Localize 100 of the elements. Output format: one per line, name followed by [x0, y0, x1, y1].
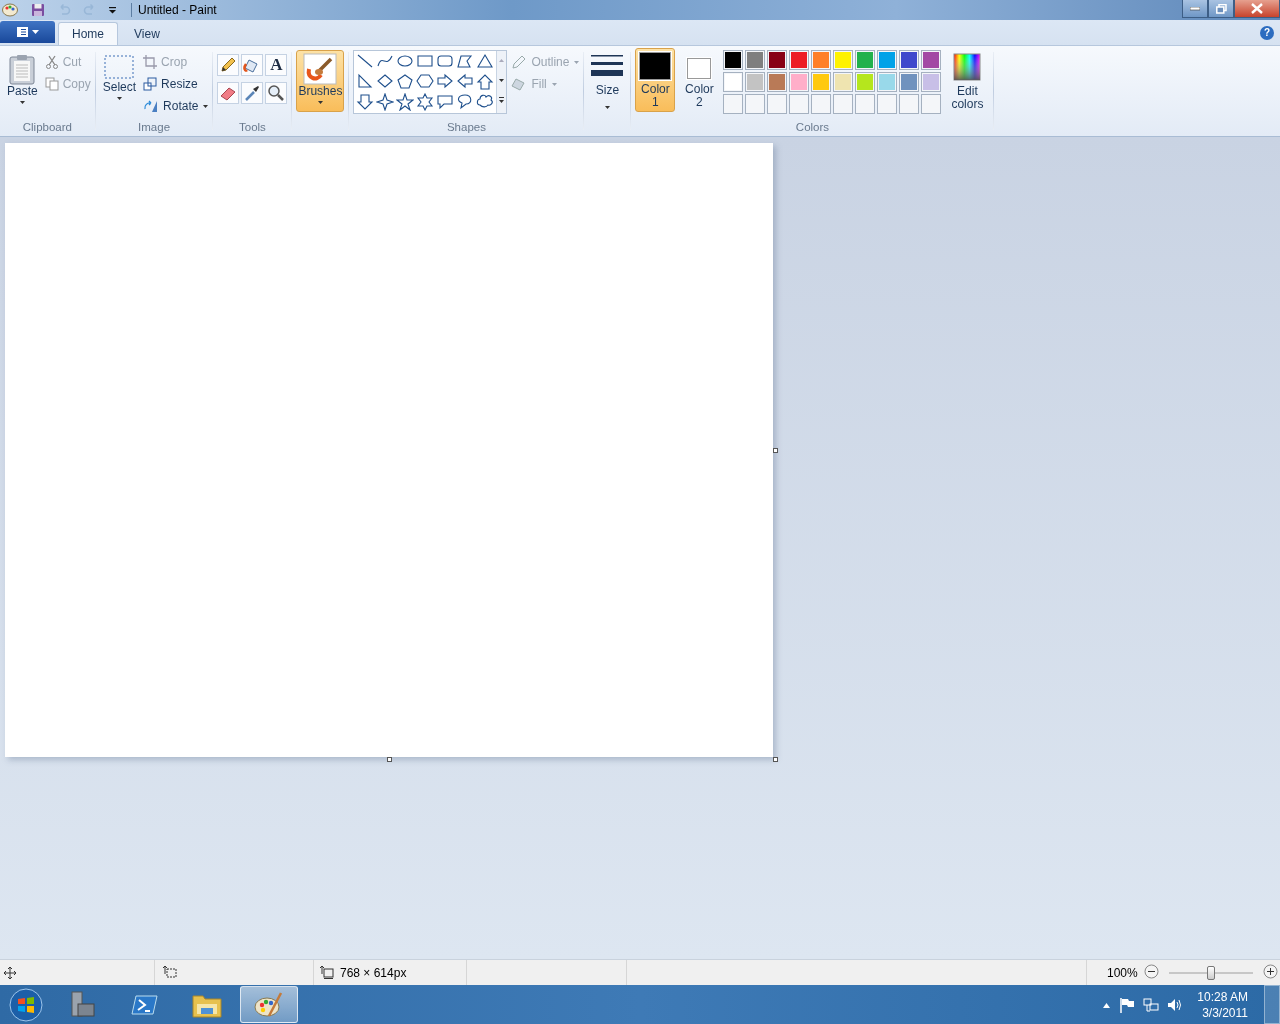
crop-icon [143, 55, 158, 69]
caret-icon [574, 60, 580, 64]
group-label: Image [138, 120, 171, 135]
scissors-icon [44, 55, 59, 69]
magnifier-icon [267, 84, 286, 102]
color-swatch[interactable] [877, 72, 898, 92]
cursor-position-icon [4, 966, 16, 979]
zoom-percentage: 100% [1107, 965, 1138, 980]
text-tool-button[interactable]: A [265, 54, 288, 76]
eyedropper-icon [243, 84, 262, 102]
color-2-button[interactable]: Color 2 [679, 48, 720, 112]
resize-handle[interactable] [773, 757, 778, 762]
color-swatch[interactable] [745, 72, 766, 92]
zoom-out-button[interactable] [1143, 963, 1159, 982]
resize-handle[interactable] [387, 757, 392, 762]
windows-logo-icon [9, 987, 43, 1022]
group-label: Shapes [446, 120, 486, 135]
fill-tool-button[interactable] [241, 54, 264, 76]
right-triangle-shape-icon[interactable] [356, 73, 375, 91]
customize-dropdown-icon[interactable] [108, 6, 117, 14]
group-label: Colors [795, 120, 830, 135]
color-picker-button[interactable] [241, 82, 264, 104]
zoom-in-button[interactable] [1262, 963, 1278, 982]
restore-button[interactable] [1208, 0, 1234, 18]
close-button[interactable] [1234, 0, 1280, 18]
pen-icon [511, 55, 528, 69]
four-point-star-shape-icon[interactable] [376, 93, 395, 111]
caret-icon [19, 101, 25, 104]
speech-bubble-shape-icon[interactable] [436, 93, 455, 111]
color-swatch[interactable] [789, 72, 810, 92]
rotate-icon [143, 99, 160, 113]
resize-button[interactable]: Resize [143, 75, 209, 93]
color-swatch[interactable] [833, 50, 854, 70]
star-shape-icon[interactable] [396, 93, 415, 111]
cloud-callout-shape-icon[interactable] [476, 93, 495, 111]
color-swatch[interactable] [899, 50, 920, 70]
group-label: Tools [239, 120, 266, 135]
color-swatch[interactable] [811, 72, 832, 92]
eraser-tool-button[interactable] [217, 82, 240, 104]
six-point-star-shape-icon[interactable] [416, 93, 435, 111]
down-arrow-shape-icon[interactable] [356, 93, 375, 111]
color-1-button[interactable]: Color 1 [635, 48, 676, 112]
color-swatch[interactable] [855, 72, 876, 92]
application-menu-button[interactable] [0, 21, 55, 43]
color-swatch[interactable] [723, 72, 744, 92]
edit-colors-button[interactable]: Edit colors [945, 51, 990, 113]
minimize-button[interactable] [1182, 0, 1208, 18]
brushes-button[interactable]: Brushes [296, 50, 345, 112]
help-button[interactable]: ? [1260, 26, 1274, 40]
color-swatch[interactable] [921, 72, 942, 92]
clipboard-icon [7, 53, 38, 85]
resize-handle[interactable] [773, 448, 778, 453]
show-hidden-icons-icon[interactable] [1102, 1000, 1112, 1009]
paint-taskbar-button[interactable] [240, 986, 298, 1023]
caret-icon [116, 97, 122, 100]
right-arrow-shape-icon[interactable] [436, 73, 455, 91]
magnifier-tool-button[interactable] [265, 82, 288, 104]
minimize-icon [1190, 6, 1200, 11]
pentagon-shape-icon[interactable] [396, 73, 415, 91]
color-swatch[interactable] [745, 50, 766, 70]
color-swatch[interactable] [921, 50, 942, 70]
color-swatch[interactable] [789, 50, 810, 70]
color-swatch[interactable] [767, 72, 788, 92]
pencil-icon [219, 56, 238, 74]
color-swatch[interactable] [811, 50, 832, 70]
size-button[interactable]: Size [588, 51, 627, 111]
polygon-shape-icon[interactable] [456, 53, 475, 71]
selection-size-icon [163, 966, 177, 979]
close-icon [1251, 3, 1263, 14]
ribbon-tab[interactable]: View [121, 22, 173, 45]
color-swatch[interactable] [723, 50, 744, 70]
caret-icon [604, 106, 610, 109]
paste-button[interactable]: Paste [4, 51, 41, 106]
group-label: Clipboard [22, 120, 72, 135]
up-arrow-shape-icon[interactable] [476, 73, 495, 91]
pencil-tool-button[interactable] [217, 54, 240, 76]
brush-icon [303, 53, 338, 85]
line-thickness-icon [591, 54, 624, 78]
copy-icon [44, 77, 59, 91]
selection-rectangle-icon [103, 53, 136, 81]
color-spectrum-icon [953, 53, 982, 81]
color-swatch[interactable] [767, 50, 788, 70]
color-swatch[interactable] [899, 72, 920, 92]
color-swatch[interactable] [833, 72, 854, 92]
network-icon[interactable] [1143, 996, 1160, 1013]
resize-icon [143, 77, 158, 91]
server-toolbox-icon [68, 989, 98, 1020]
color-swatch[interactable] [877, 50, 898, 70]
left-arrow-shape-icon[interactable] [456, 73, 475, 91]
hexagon-shape-icon[interactable] [416, 73, 435, 91]
select-button[interactable]: Select [99, 51, 140, 102]
rotate-button[interactable]: Rotate [143, 97, 209, 115]
color-swatch[interactable] [855, 50, 876, 70]
flag-icon[interactable] [1119, 996, 1136, 1013]
minus-icon [1143, 963, 1159, 979]
menu-icon [15, 26, 40, 38]
caret-icon [203, 104, 209, 108]
clock[interactable]: 10:28 AM 3/3/2011 [1197, 988, 1248, 1021]
ribbon-tab[interactable]: Home [58, 22, 118, 45]
triangle-shape-icon[interactable] [476, 53, 495, 71]
